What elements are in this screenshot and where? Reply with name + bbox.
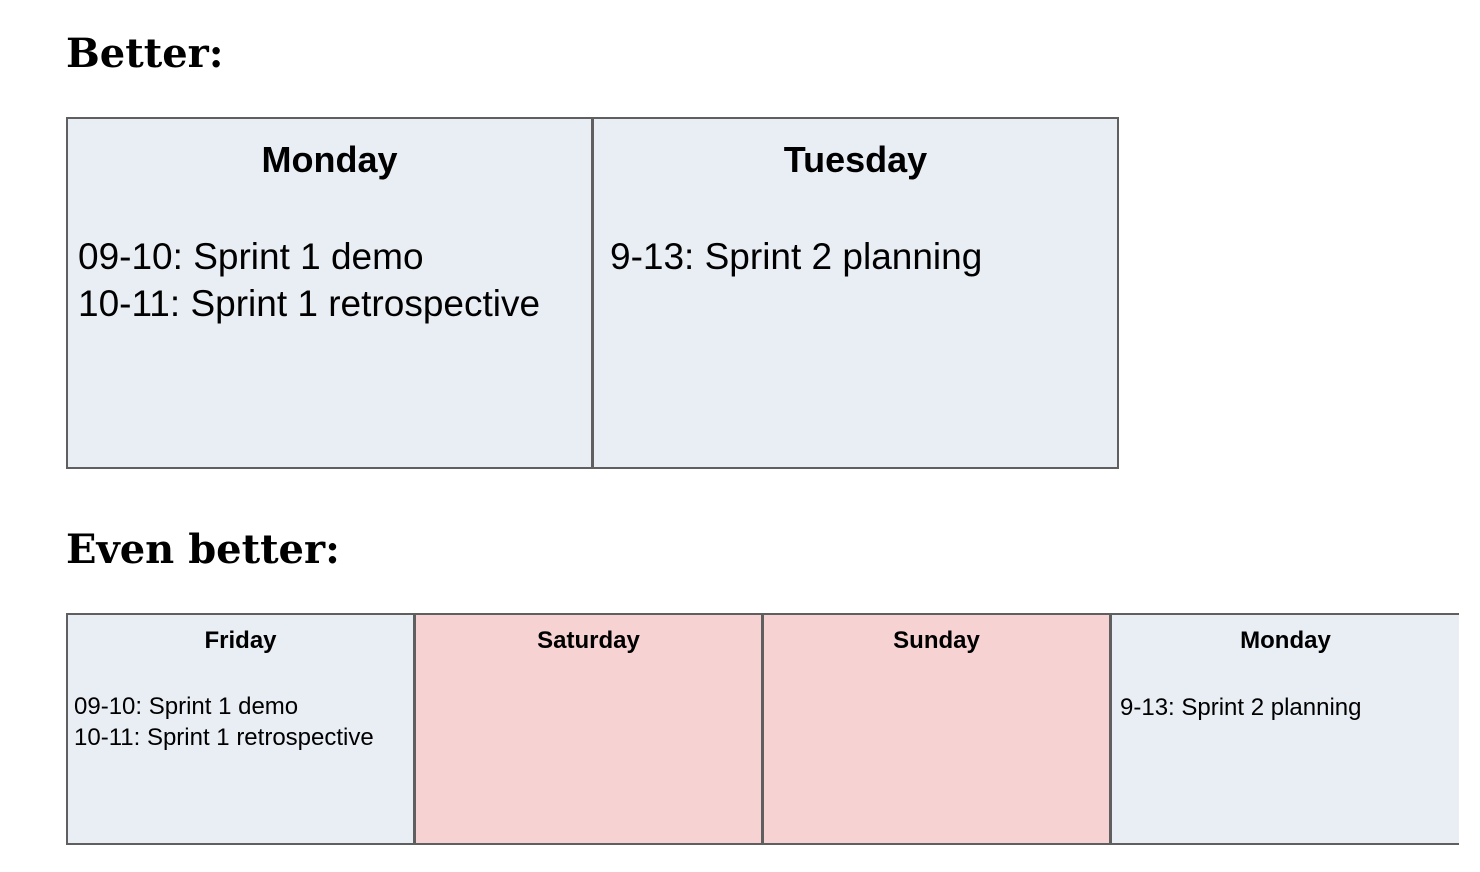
day-name: Friday [204, 627, 277, 654]
day-cell-monday: Monday 09-10: Sprint 1 demo 10-11: Sprin… [66, 117, 593, 469]
day-name: Monday [261, 139, 398, 180]
section-heading-even-better: Even better: [66, 526, 340, 573]
event-item: 10-11: Sprint 1 retrospective [74, 724, 374, 751]
day-cell-saturday: Saturday [414, 613, 763, 845]
event-list: 9-13: Sprint 2 planning [610, 233, 982, 280]
day-name: Tuesday [783, 139, 928, 180]
day-name: Monday [1240, 627, 1331, 654]
day-cell-tuesday: Tuesday 9-13: Sprint 2 planning [592, 117, 1119, 469]
event-item: 9-13: Sprint 2 planning [1120, 694, 1362, 721]
day-cell-monday: Monday 9-13: Sprint 2 planning [1110, 613, 1459, 845]
event-item: 09-10: Sprint 1 demo [78, 236, 424, 277]
calendar-better: Monday 09-10: Sprint 1 demo 10-11: Sprin… [66, 117, 1119, 469]
day-cell-friday: Friday 09-10: Sprint 1 demo 10-11: Sprin… [66, 613, 415, 845]
day-name: Sunday [893, 627, 980, 654]
event-item: 9-13: Sprint 2 planning [610, 236, 983, 277]
day-name: Saturday [537, 627, 640, 654]
event-list: 09-10: Sprint 1 demo 10-11: Sprint 1 ret… [74, 691, 374, 753]
event-list: 9-13: Sprint 2 planning [1120, 692, 1362, 723]
calendar-even-better: Friday 09-10: Sprint 1 demo 10-11: Sprin… [66, 613, 1459, 845]
event-item: 09-10: Sprint 1 demo [74, 693, 299, 720]
day-cell-sunday: Sunday [762, 613, 1111, 845]
event-list: 09-10: Sprint 1 demo 10-11: Sprint 1 ret… [78, 233, 540, 327]
section-heading-better: Better: [66, 30, 224, 77]
event-item: 10-11: Sprint 1 retrospective [78, 283, 541, 324]
